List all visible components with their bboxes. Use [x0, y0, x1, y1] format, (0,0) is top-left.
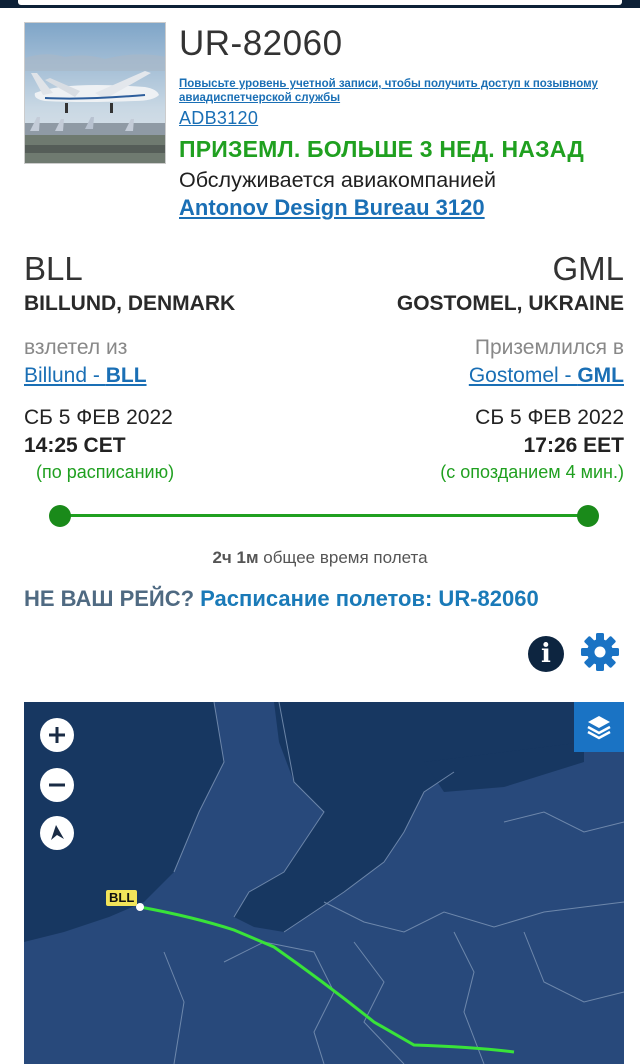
flight-map[interactable]: BLL — [24, 702, 624, 1064]
zoom-out-button[interactable] — [40, 768, 74, 802]
destination-dot — [577, 505, 599, 527]
map-canvas — [24, 702, 624, 1064]
minus-icon — [49, 783, 65, 787]
plus-icon — [49, 727, 65, 743]
upgrade-account-link[interactable]: Повысьте уровень учетной записи, чтобы п… — [179, 77, 624, 105]
map-layers-button[interactable] — [574, 702, 624, 752]
zoom-in-button[interactable] — [40, 718, 74, 752]
origin-city: BILLUND, DENMARK — [24, 292, 236, 315]
flight-status: ПРИЗЕМЛ. БОЛЬШЕ 3 НЕД. НАЗАД — [179, 136, 584, 162]
destination-verb: Приземлился в — [474, 336, 624, 359]
operated-by-label: Обслуживается авиакомпанией — [179, 168, 497, 192]
aircraft-registration: UR-82060 — [179, 24, 343, 63]
airline-link[interactable]: Antonov Design Bureau 3120 — [179, 195, 485, 221]
destination-code: GML — [552, 250, 624, 287]
top-bar — [0, 0, 640, 8]
total-flight-time: 2ч 1м общее время полета — [0, 548, 640, 568]
destination-column: GML GOSTOMEL, UKRAINE Приземлился в Gost… — [324, 250, 624, 488]
destination-airport-city: Gostomel - — [468, 364, 578, 387]
origin-dot — [49, 505, 71, 527]
compass-icon — [51, 825, 64, 840]
origin-airport-link[interactable]: Billund - BLL — [24, 364, 324, 400]
search-bar[interactable] — [18, 0, 622, 5]
destination-city: GOSTOMEL, UKRAINE — [396, 292, 624, 315]
origin-column: BLL BILLUND, DENMARK взлетел из Billund … — [24, 250, 324, 488]
departure-note: (по расписанию) — [36, 462, 175, 482]
callsign-link[interactable]: ADB3120 — [179, 108, 258, 129]
destination-airport-code: GML — [577, 364, 624, 387]
origin-airport-code: BLL — [105, 364, 147, 387]
flight-history-link[interactable]: Расписание полетов: UR-82060 — [200, 586, 539, 611]
aircraft-photo-image — [25, 23, 165, 163]
origin-airport-city: Billund - — [24, 364, 106, 387]
arrival-note: (с опозданием 4 мин.) — [440, 462, 624, 482]
origin-code: BLL — [24, 250, 83, 287]
aircraft-header: UR-82060 Повысьте уровень учетной записи… — [24, 22, 624, 222]
gear-icon[interactable] — [580, 632, 620, 672]
not-your-flight: НЕ ВАШ РЕЙС? Расписание полетов: UR-8206… — [24, 586, 539, 612]
not-your-flight-prefix: НЕ ВАШ РЕЙС? — [24, 586, 201, 611]
map-origin-label: BLL — [106, 890, 138, 906]
duration-label: общее время полета — [258, 548, 428, 567]
origin-verb: взлетел из — [24, 336, 128, 359]
compass-button[interactable] — [40, 816, 74, 850]
arrival-time: 17:26 EET — [523, 434, 624, 457]
origin-marker — [136, 903, 144, 911]
departure-time: 14:25 CET — [24, 434, 126, 457]
info-icon[interactable]: i — [528, 636, 564, 672]
aircraft-photo[interactable] — [24, 22, 166, 164]
destination-airport-link[interactable]: Gostomel - GML — [324, 364, 624, 400]
departure-date: СБ 5 ФЕВ 2022 — [24, 406, 173, 429]
arrival-date: СБ 5 ФЕВ 2022 — [475, 406, 624, 429]
flight-progress-bar — [60, 514, 588, 517]
layers-icon — [587, 716, 611, 740]
duration-value: 2ч 1м — [212, 548, 259, 567]
